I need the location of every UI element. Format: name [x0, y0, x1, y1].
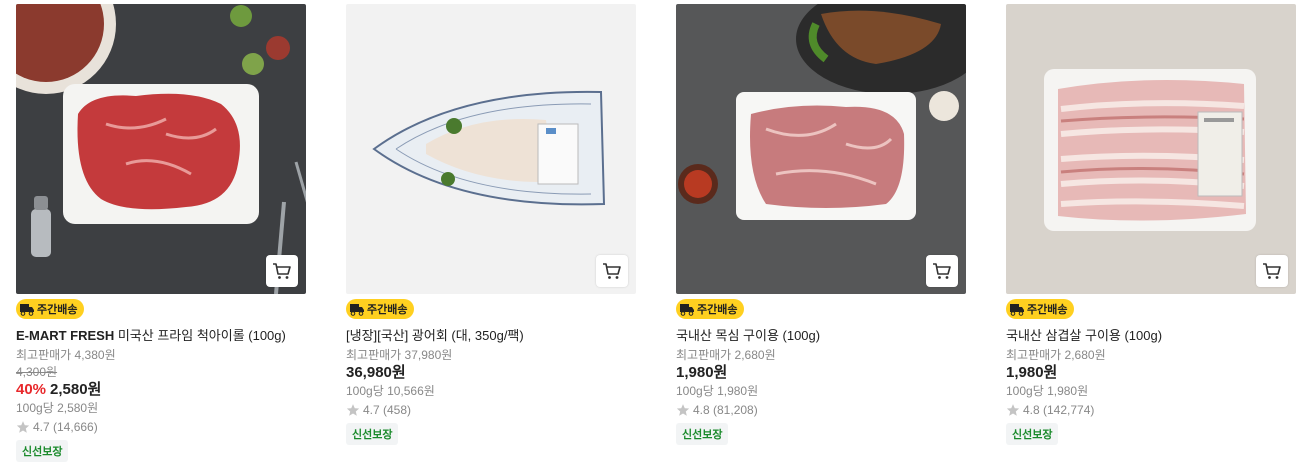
- truck-icon: [20, 304, 34, 316]
- product-grid: 주간배송 E-MART FRESH 미국산 프라임 척아이롤 (100g) 최고…: [0, 0, 1310, 471]
- star-icon: [1006, 404, 1020, 416]
- price-row: 1,980원: [676, 364, 966, 382]
- fresh-guarantee-tag: 신선보장: [1006, 423, 1059, 445]
- product-image[interactable]: [16, 4, 306, 294]
- weekly-delivery-badge: 주간배송: [16, 299, 85, 319]
- price-row: 1,980원: [1006, 364, 1296, 382]
- product-card[interactable]: 주간배송 [냉장][국산] 광어회 (대, 350g/팩) 최고판매가 37,9…: [346, 4, 636, 445]
- original-price: 4,300원: [16, 365, 58, 379]
- rating-value: 4.8 (81,208): [693, 403, 758, 417]
- add-to-cart-button[interactable]: [266, 255, 298, 287]
- star-icon: [16, 421, 30, 433]
- product-title[interactable]: 국내산 목심 구이용 (100g): [676, 328, 966, 344]
- product-name: [냉장][국산] 광어회 (대, 350g/팩): [346, 328, 524, 343]
- product-image[interactable]: [676, 4, 966, 294]
- fresh-guarantee-tag: 신선보장: [346, 423, 399, 445]
- product-card[interactable]: 주간배송 국내산 목심 구이용 (100g) 최고판매가 2,680원 1,98…: [676, 4, 966, 445]
- add-to-cart-button[interactable]: [596, 255, 628, 287]
- product-card[interactable]: 주간배송 국내산 삼겹살 구이용 (100g) 최고판매가 2,680원 1,9…: [1006, 4, 1296, 445]
- cart-icon: [1263, 263, 1281, 279]
- max-price: 최고판매가 2,680원: [1006, 348, 1106, 362]
- rating-value: 4.8 (142,774): [1023, 403, 1095, 417]
- sale-price: 1,980원: [676, 364, 728, 381]
- product-title[interactable]: E-MART FRESH 미국산 프라임 척아이롤 (100g): [16, 328, 306, 344]
- add-to-cart-button[interactable]: [1256, 255, 1288, 287]
- truck-icon: [680, 304, 694, 316]
- cart-icon: [273, 263, 291, 279]
- product-card[interactable]: 주간배송 E-MART FRESH 미국산 프라임 척아이롤 (100g) 최고…: [16, 4, 306, 462]
- product-brand: E-MART FRESH: [16, 328, 115, 343]
- unit-price: 100g당 1,980원: [1006, 384, 1089, 398]
- sale-price: 2,580원: [50, 381, 102, 398]
- product-image[interactable]: [1006, 4, 1296, 294]
- truck-icon: [350, 304, 364, 316]
- product-title[interactable]: [냉장][국산] 광어회 (대, 350g/팩): [346, 328, 636, 344]
- cart-icon: [603, 263, 621, 279]
- unit-price: 100g당 2,580원: [16, 401, 99, 415]
- max-price: 최고판매가 2,680원: [676, 348, 776, 362]
- max-price: 최고판매가 37,980원: [346, 348, 453, 362]
- cart-icon: [933, 263, 951, 279]
- weekly-delivery-badge: 주간배송: [1006, 299, 1075, 319]
- badge-label: 주간배송: [697, 304, 738, 316]
- add-to-cart-button[interactable]: [926, 255, 958, 287]
- rating-value: 4.7 (14,666): [33, 420, 98, 434]
- badge-label: 주간배송: [37, 304, 78, 316]
- product-name: 국내산 삼겹살 구이용 (100g): [1006, 328, 1163, 343]
- price-row: 40% 2,580원: [16, 381, 306, 399]
- weekly-delivery-badge: 주간배송: [676, 299, 745, 319]
- sale-price: 1,980원: [1006, 364, 1058, 381]
- unit-price: 100g당 10,566원: [346, 384, 435, 398]
- badge-label: 주간배송: [367, 304, 408, 316]
- rating: 4.8 (142,774): [1006, 402, 1296, 418]
- product-name: 미국산 프라임 척아이롤 (100g): [114, 328, 286, 343]
- rating-value: 4.7 (458): [363, 403, 412, 417]
- badge-label: 주간배송: [1027, 304, 1068, 316]
- product-title[interactable]: 국내산 삼겹살 구이용 (100g): [1006, 328, 1296, 344]
- product-image[interactable]: [346, 4, 636, 294]
- rating: 4.8 (81,208): [676, 402, 966, 418]
- weekly-delivery-badge: 주간배송: [346, 299, 415, 319]
- rating: 4.7 (14,666): [16, 419, 306, 435]
- fresh-guarantee-tag: 신선보장: [16, 440, 69, 462]
- star-icon: [676, 404, 690, 416]
- max-price: 최고판매가 4,380원: [16, 348, 116, 362]
- product-name: 국내산 목심 구이용 (100g): [676, 328, 821, 343]
- star-icon: [346, 404, 360, 416]
- price-row: 36,980원: [346, 364, 636, 382]
- unit-price: 100g당 1,980원: [676, 384, 759, 398]
- rating: 4.7 (458): [346, 402, 636, 418]
- discount-rate: 40%: [16, 381, 47, 398]
- fresh-guarantee-tag: 신선보장: [676, 423, 729, 445]
- truck-icon: [1010, 304, 1024, 316]
- sale-price: 36,980원: [346, 364, 406, 381]
